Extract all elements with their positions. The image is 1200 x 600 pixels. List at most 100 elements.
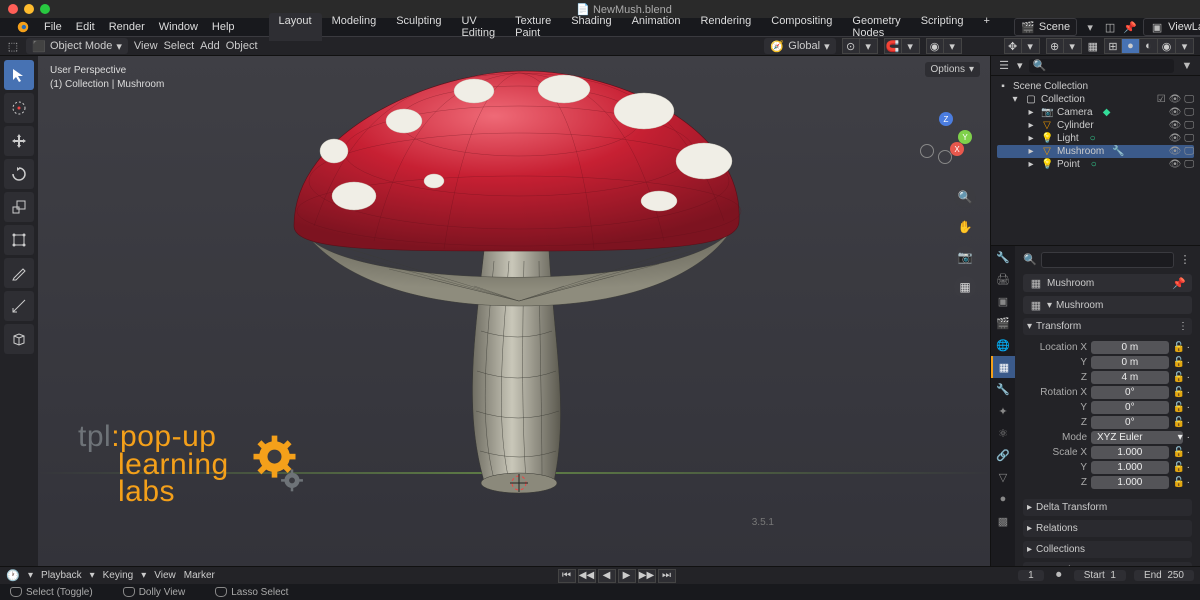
editor-type-icon[interactable]: ⬚ — [6, 39, 20, 53]
scale-z[interactable]: 1.000 — [1091, 476, 1169, 489]
pan-icon[interactable]: ✋ — [954, 216, 976, 238]
annotate-tool[interactable] — [4, 258, 34, 288]
rot-y[interactable]: 0° — [1091, 401, 1169, 414]
viewport-options[interactable]: Options ▾ — [925, 62, 981, 77]
object-menu[interactable]: Object — [226, 40, 258, 52]
close-dot[interactable] — [8, 4, 18, 14]
options-icon[interactable]: ⋮ — [1178, 252, 1192, 266]
menu-file[interactable]: File — [44, 21, 62, 33]
tl-playback[interactable]: Playback — [41, 570, 82, 581]
sec-transform[interactable]: ▾Transform⋮ — [1023, 318, 1192, 335]
tab-shading[interactable]: Shading — [561, 13, 621, 41]
loc-x[interactable]: 0 m — [1091, 341, 1169, 354]
ptab-texture[interactable]: ▩ — [991, 510, 1015, 532]
axis-neg2[interactable] — [938, 150, 952, 164]
ptab-material[interactable]: ● — [991, 488, 1015, 510]
prop-search-input[interactable] — [1041, 252, 1174, 268]
prop-breadcrumb[interactable]: ▦Mushroom📌 — [1023, 274, 1192, 292]
scene-new-icon[interactable]: ◫ — [1103, 20, 1117, 34]
menu-window[interactable]: Window — [159, 21, 198, 33]
filter-icon[interactable]: ▼ — [1180, 59, 1194, 73]
ptab-data[interactable]: ▽ — [991, 466, 1015, 488]
ptab-render[interactable]: 🔧 — [991, 246, 1015, 268]
solid-shading[interactable]: ● — [1122, 38, 1140, 54]
menu-help[interactable]: Help — [212, 21, 235, 33]
move-tool[interactable] — [4, 126, 34, 156]
tab-sculpting[interactable]: Sculpting — [386, 13, 451, 41]
wireframe-shading[interactable]: ⊞ — [1104, 38, 1122, 54]
lock-icon[interactable]: 🔓 — [1173, 342, 1185, 353]
menu-render[interactable]: Render — [109, 21, 145, 33]
start-frame[interactable]: Start 1 — [1074, 570, 1126, 581]
gizmo-toggle[interactable]: ✥ — [1004, 38, 1022, 54]
overlay-toggle[interactable]: ⊕ — [1046, 38, 1064, 54]
ptab-scene[interactable]: 🎬 — [991, 312, 1015, 334]
ptab-particle[interactable]: ✦ — [991, 400, 1015, 422]
jump-start[interactable]: ⏮ — [558, 569, 576, 583]
tree-mushroom[interactable]: ▸▽Mushroom🔧👁🖵 — [997, 145, 1194, 158]
tree-collection[interactable]: ▾▢Collection☑👁🖵 — [997, 93, 1194, 106]
scene-browse-icon[interactable]: ▾ — [1083, 20, 1097, 34]
outliner-search[interactable] — [1046, 58, 1170, 73]
outliner-tree[interactable]: ▪Scene Collection ▾▢Collection☑👁🖵 ▸📷Came… — [991, 76, 1200, 245]
select-tool[interactable] — [4, 60, 34, 90]
minimize-dot[interactable] — [24, 4, 34, 14]
tree-cylinder[interactable]: ▸▽Cylinder👁🖵 — [997, 119, 1194, 132]
ptab-constraint[interactable]: 🔗 — [991, 444, 1015, 466]
timeline-type-icon[interactable]: 🕐 — [6, 569, 20, 583]
matprev-shading[interactable]: ◐ — [1140, 38, 1158, 54]
tree-scene-collection[interactable]: ▪Scene Collection — [997, 80, 1194, 93]
jump-end[interactable]: ⏭ — [658, 569, 676, 583]
tab-uv[interactable]: UV Editing — [451, 13, 505, 41]
current-frame[interactable]: 1 — [1018, 570, 1044, 581]
prev-key[interactable]: ◀◀ — [578, 569, 596, 583]
pin-icon[interactable]: 📌 — [1172, 276, 1186, 290]
cursor-tool[interactable] — [4, 93, 34, 123]
viewport[interactable]: User Perspective (1) Collection | Mushro… — [38, 56, 990, 566]
rendered-shading[interactable]: ◉ — [1158, 38, 1176, 54]
rot-x[interactable]: 0° — [1091, 386, 1169, 399]
view-menu[interactable]: View — [134, 40, 158, 52]
snap-toggle[interactable]: 🧲 — [884, 38, 902, 54]
scene-field[interactable]: 🎬Scene — [1014, 18, 1077, 36]
ptab-physics[interactable]: ⚛ — [991, 422, 1015, 444]
play-rev[interactable]: ◀ — [598, 569, 616, 583]
axis-neg[interactable] — [920, 144, 934, 158]
scale-y[interactable]: 1.000 — [1091, 461, 1169, 474]
scale-x[interactable]: 1.000 — [1091, 446, 1169, 459]
loc-z[interactable]: 4 m — [1091, 371, 1169, 384]
xray-toggle[interactable]: ▦ — [1088, 40, 1098, 53]
add-menu[interactable]: Add — [200, 40, 220, 52]
scale-tool[interactable] — [4, 192, 34, 222]
tab-add[interactable]: + — [973, 13, 999, 41]
tl-marker[interactable]: Marker — [184, 570, 215, 581]
rotate-tool[interactable] — [4, 159, 34, 189]
tab-layout[interactable]: Layout — [269, 13, 322, 41]
zoom-icon[interactable]: 🔍 — [954, 186, 976, 208]
sec-instancing[interactable]: ▸Instancing — [1023, 562, 1192, 566]
loc-y[interactable]: 0 m — [1091, 356, 1169, 369]
snap-buttons[interactable]: ⊙▾ — [842, 38, 878, 54]
sec-delta[interactable]: ▸Delta Transform — [1023, 499, 1192, 516]
sec-relations[interactable]: ▸Relations — [1023, 520, 1192, 537]
ptab-object[interactable]: ▦ — [991, 356, 1015, 378]
axis-z[interactable]: Z — [939, 112, 953, 126]
rot-mode[interactable]: XYZ Euler▾ — [1091, 431, 1183, 444]
addcube-tool[interactable] — [4, 324, 34, 354]
ptab-world[interactable]: 🌐 — [991, 334, 1015, 356]
tab-compositing[interactable]: Compositing — [761, 13, 842, 41]
zoom-dot[interactable] — [40, 4, 50, 14]
select-menu[interactable]: Select — [164, 40, 195, 52]
autokey-icon[interactable]: ⏺ — [1052, 569, 1066, 583]
tab-modeling[interactable]: Modeling — [322, 13, 387, 41]
tab-scripting[interactable]: Scripting — [911, 13, 974, 41]
next-key[interactable]: ▶▶ — [638, 569, 656, 583]
tree-point[interactable]: ▸💡Point○👁🖵 — [997, 158, 1194, 171]
tab-rendering[interactable]: Rendering — [690, 13, 761, 41]
pin-icon[interactable]: 📌 — [1123, 20, 1137, 34]
rot-z[interactable]: 0° — [1091, 416, 1169, 429]
ptab-output[interactable]: 🖨 — [991, 268, 1015, 290]
tab-geonodes[interactable]: Geometry Nodes — [842, 13, 910, 41]
measure-tool[interactable] — [4, 291, 34, 321]
proportional-toggle[interactable]: ◉ — [926, 38, 944, 54]
